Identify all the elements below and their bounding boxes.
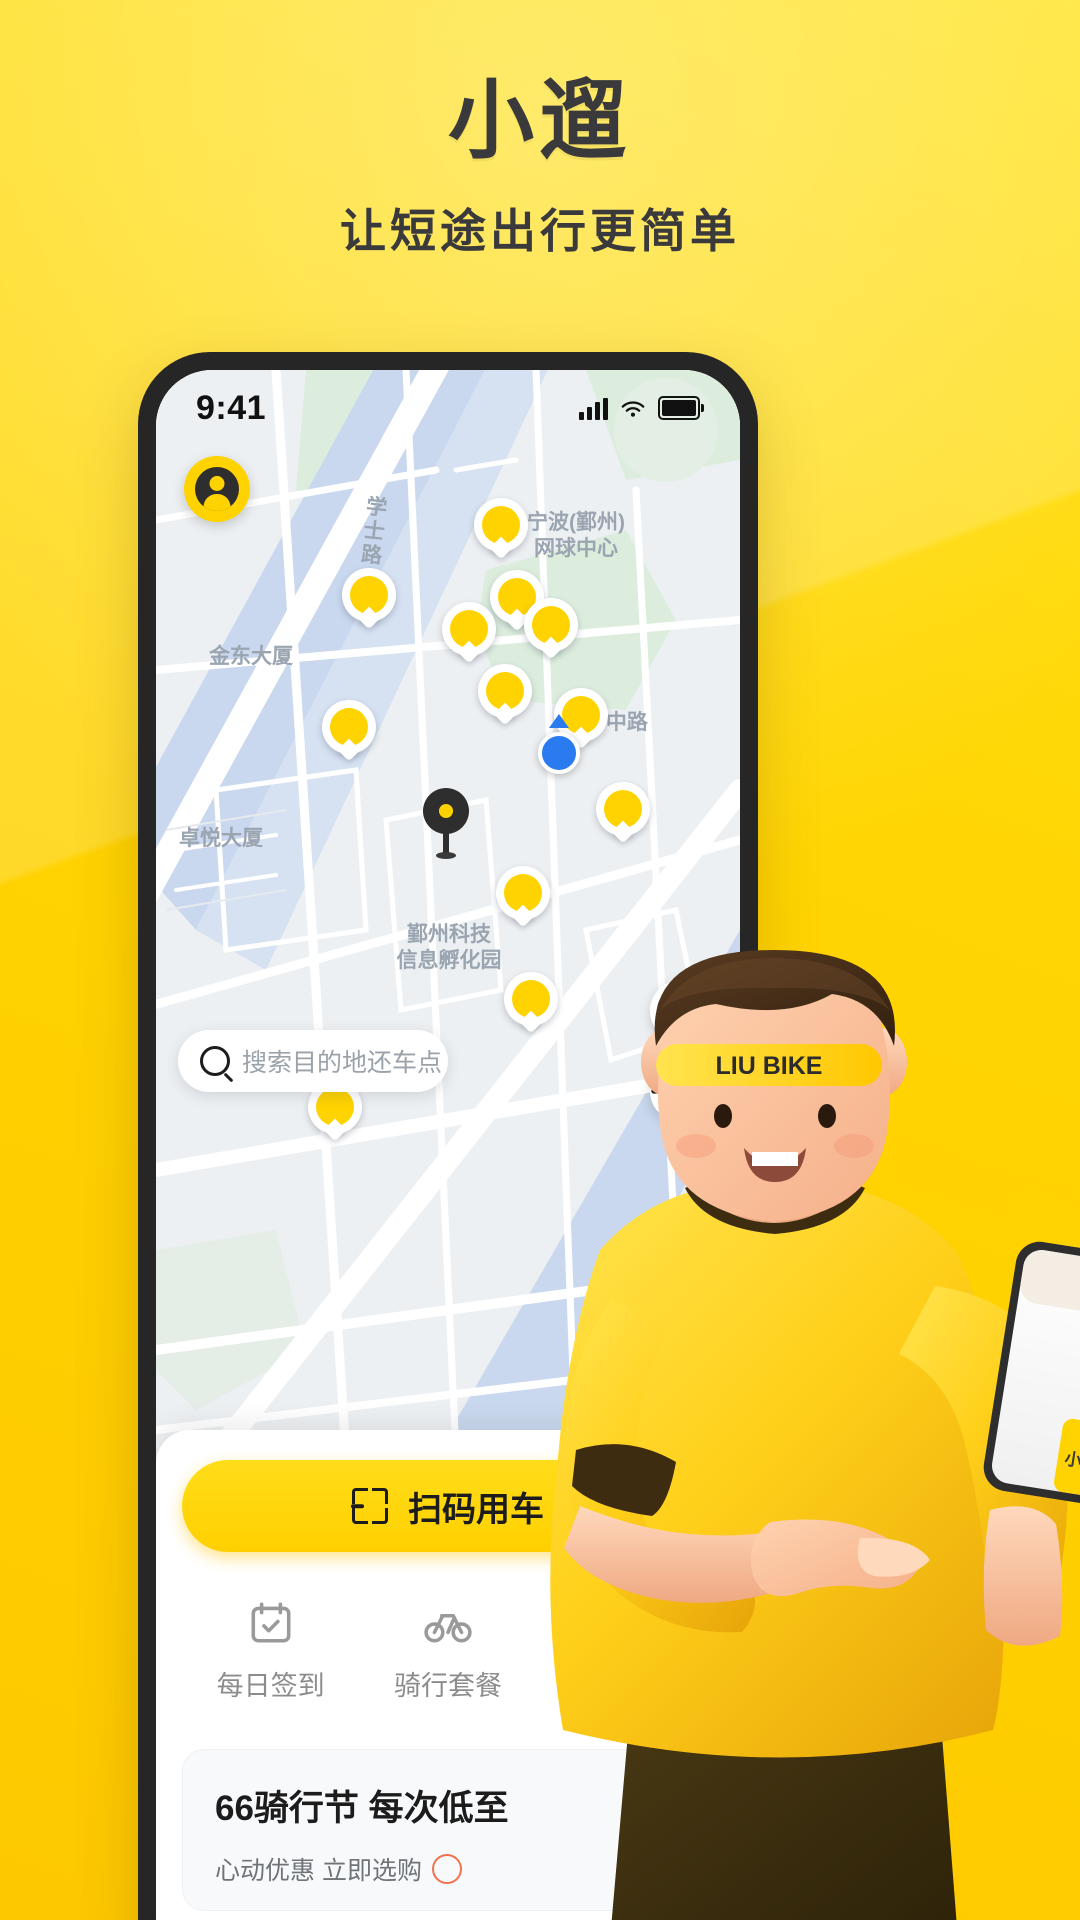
station-pin[interactable] bbox=[596, 782, 650, 848]
phone-screen: 印墨河 宁波(鄞州) 网球中心 学 士 路 金东大厦 卓悦大厦 日丽 中路 鄞州… bbox=[156, 370, 740, 1920]
bicycle-icon bbox=[423, 1598, 473, 1648]
compass-icon bbox=[651, 1061, 711, 1121]
parking-p-glyph: P bbox=[657, 987, 705, 1035]
map-canvas bbox=[156, 370, 740, 1455]
status-time: 9:41 bbox=[196, 388, 267, 427]
arrow-circle-icon bbox=[431, 1854, 462, 1884]
gift-icon bbox=[600, 1598, 650, 1648]
search-bar[interactable]: 搜索目的地还车点 bbox=[178, 1030, 448, 1092]
destination-pin[interactable] bbox=[423, 788, 469, 864]
battery-full-icon bbox=[658, 396, 704, 420]
search-placeholder: 搜索目的地还车点 bbox=[242, 1049, 443, 1077]
quick-action-label: 每日签到 bbox=[216, 1671, 325, 1701]
signal-bars-icon bbox=[579, 398, 608, 420]
quick-action-topup-offer[interactable]: 充值特惠 bbox=[550, 1598, 700, 1703]
calendar-check-icon bbox=[246, 1598, 296, 1648]
page-subtitle: 让短途出行更简单 bbox=[340, 205, 740, 257]
station-pin[interactable] bbox=[474, 498, 528, 564]
app-store-screenshot: 小遛 让短途出行更简单 宁波(鄞州) 网球中心 学 士 路 金东大厦 卓悦大厦 … bbox=[0, 0, 1080, 1920]
map-label: 宁波(鄞州) 网球中心 bbox=[527, 511, 625, 561]
quick-action-label: 骑行套餐 bbox=[393, 1671, 502, 1701]
status-icons bbox=[579, 396, 704, 420]
map-label: 卓悦大厦 bbox=[179, 827, 263, 850]
map-label: 金东大厦 bbox=[209, 645, 293, 668]
promo-title: 66骑行节 每次低至 bbox=[215, 1789, 509, 1828]
station-pin[interactable] bbox=[504, 972, 558, 1038]
promo-subtitle-row: 心动优惠 立即选购 bbox=[215, 1851, 681, 1887]
station-pin[interactable] bbox=[496, 866, 550, 932]
promo-banner[interactable]: 66骑行节 每次低至 心动优惠 立即选购 bbox=[182, 1749, 714, 1911]
station-pin[interactable] bbox=[442, 602, 496, 668]
scan-qr-button[interactable]: 扫码用车 bbox=[182, 1460, 714, 1552]
station-pin[interactable] bbox=[322, 700, 376, 766]
quick-action-ride-package[interactable]: 骑行套餐 bbox=[373, 1598, 523, 1703]
scan-qr-icon bbox=[351, 1488, 388, 1524]
avatar bbox=[195, 467, 239, 511]
page-title: 小遛 bbox=[448, 73, 632, 169]
locate-me-button[interactable] bbox=[650, 1060, 712, 1122]
scan-qr-label: 扫码用车 bbox=[408, 1490, 544, 1529]
quick-action-label: 充值特惠 bbox=[571, 1671, 680, 1701]
parking-button[interactable]: P bbox=[650, 980, 712, 1042]
headline-block: 小遛 让短途出行更简单 bbox=[0, 78, 1080, 254]
status-bar: 9:41 bbox=[156, 370, 740, 446]
station-pin[interactable] bbox=[478, 664, 532, 730]
quick-action-daily-checkin[interactable]: 每日签到 bbox=[196, 1598, 346, 1703]
bottom-sheet: 扫码用车 每日签到 骑行套餐 充值特惠 66骑行节 每次低至 心动优惠 立即选购 bbox=[156, 1430, 740, 1920]
promo-subtitle: 心动优惠 立即选购 bbox=[215, 1857, 422, 1885]
phone-mockup: 印墨河 宁波(鄞州) 网球中心 学 士 路 金东大厦 卓悦大厦 日丽 中路 鄞州… bbox=[138, 352, 758, 1920]
wifi-icon bbox=[621, 401, 645, 417]
station-pin[interactable] bbox=[342, 568, 396, 634]
map-view[interactable]: 印墨河 宁波(鄞州) 网球中心 学 士 路 金东大厦 卓悦大厦 日丽 中路 鄞州… bbox=[156, 370, 740, 1455]
user-location-dot bbox=[538, 732, 580, 774]
user-avatar-button[interactable] bbox=[184, 456, 250, 522]
station-pin[interactable] bbox=[524, 598, 578, 664]
quick-actions: 每日签到 骑行套餐 充值特惠 bbox=[182, 1598, 714, 1703]
search-icon bbox=[200, 1046, 230, 1076]
